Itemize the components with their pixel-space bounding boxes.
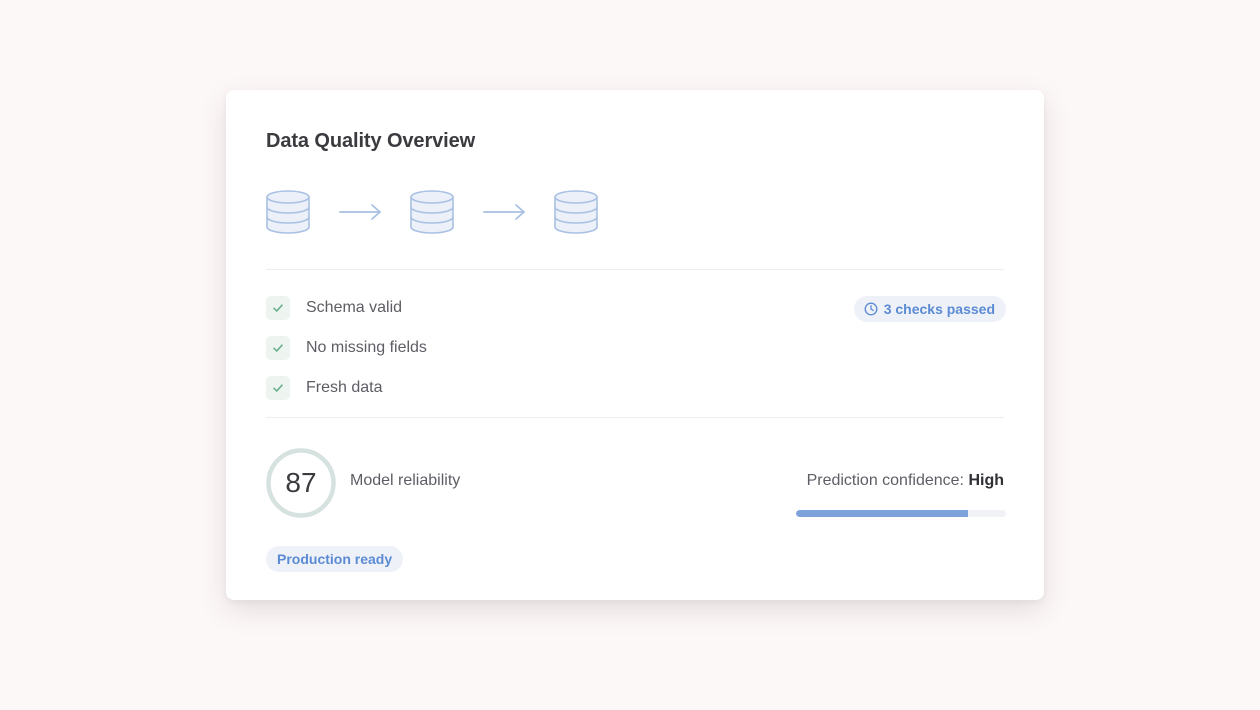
checks-passed-label: 3 checks passed (883, 301, 995, 317)
pipeline (264, 188, 600, 236)
checks-list: Schema valid No missing fields Fresh dat… (266, 295, 427, 415)
check-item-fresh-data: Fresh data (266, 375, 427, 401)
check-label: Fresh data (306, 379, 383, 396)
check-icon (266, 296, 290, 320)
divider (266, 269, 1004, 270)
clock-icon (864, 302, 878, 316)
arrow-right-icon (483, 204, 525, 220)
check-label: Schema valid (306, 299, 403, 316)
check-item-no-missing-fields: No missing fields (266, 335, 427, 361)
reliability-score: 87 (285, 467, 317, 498)
reliability-label: Model reliability (350, 472, 461, 489)
check-icon (266, 336, 290, 360)
check-icon (266, 376, 290, 400)
status-badge: Production ready (266, 546, 404, 572)
prediction-confidence: Prediction confidence: High (807, 472, 1004, 490)
database-icon (266, 190, 310, 234)
confidence-label: Prediction confidence: (806, 472, 964, 489)
divider (266, 417, 1004, 418)
database-icon (554, 190, 598, 234)
confidence-bar-fill (796, 510, 969, 517)
database-icon (410, 190, 454, 234)
arrow-right-icon (339, 204, 381, 220)
check-label: No missing fields (306, 339, 427, 356)
checks-passed-badge: 3 checks passed (853, 296, 1006, 322)
data-quality-card: Data Quality Overview Schema valid No mi… (226, 90, 1044, 600)
confidence-value: High (968, 472, 1004, 489)
confidence-bar (796, 510, 1006, 517)
reliability-score-ring: 87 (266, 448, 336, 518)
card-title: Data Quality Overview (266, 130, 476, 152)
check-item-schema-valid: Schema valid (266, 295, 427, 321)
status-label: Production ready (277, 551, 393, 567)
